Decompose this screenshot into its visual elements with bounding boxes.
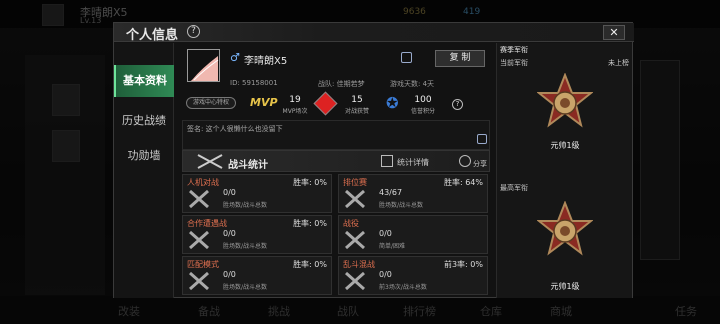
card-value: 0/0 <box>223 270 236 279</box>
crossed-guns-icon <box>189 230 209 250</box>
player-name: 李晴朗X5 <box>244 56 288 67</box>
gender-male-icon: ♂ <box>230 51 240 64</box>
signature-box: 签名: 这个人很懒什么也没留下 <box>182 120 490 150</box>
crossed-guns-icon <box>345 271 365 291</box>
card-value: 0/0 <box>379 229 392 238</box>
mvp-count: 19 <box>289 95 301 105</box>
crossed-guns-icon <box>345 230 365 250</box>
card-value: 43/67 <box>379 188 403 197</box>
season-rank-panel: 赛季军衔 当前军衔 未上榜 元帅1级 最高军衔 元帅1级 <box>496 43 632 298</box>
edit-signature-icon[interactable] <box>477 134 487 144</box>
card-rate: 胜率: 0% <box>293 178 327 187</box>
help-icon[interactable]: ? <box>452 99 463 110</box>
card-caption: 简单/困难 <box>379 243 406 250</box>
card-rate: 胜率: 0% <box>293 260 327 269</box>
stat-card-pve[interactable]: 人机对战 胜率: 0% 0/0 胜场数/战斗总数 <box>182 174 332 213</box>
marshal-medal-icon <box>537 73 593 128</box>
card-caption: 前3场次/战斗总数 <box>379 284 427 291</box>
share-icon[interactable] <box>459 155 471 167</box>
avatar[interactable] <box>187 49 220 82</box>
card-mode-name: 合作遭遇战 <box>187 219 227 228</box>
best-rank-label: 最高军衔 <box>500 184 528 192</box>
stat-card-coop[interactable]: 合作遭遇战 胜率: 0% 0/0 胜场数/战斗总数 <box>182 215 332 254</box>
crossed-guns-icon <box>189 271 209 291</box>
report-icon <box>381 155 393 167</box>
battle-stats-title: 战斗统计 <box>228 160 268 171</box>
card-mode-name: 排位赛 <box>343 178 367 187</box>
crossed-guns-icon <box>189 189 209 209</box>
card-caption: 胜场数/战斗总数 <box>379 202 424 209</box>
dialog-title: 个人信息 <box>126 28 179 43</box>
tab-merit-wall[interactable]: 功勋墙 <box>114 140 174 172</box>
current-rank-status: 未上榜 <box>608 59 629 67</box>
copy-button[interactable]: 复 制 <box>435 50 485 67</box>
basic-info-panel: ♂ 李晴朗X5 复 制 ID: 59158001 战队: 佳期若梦 游戏天数: … <box>180 43 494 298</box>
likes-caption: 对战获赞 <box>344 108 369 115</box>
card-mode-name: 人机对战 <box>187 178 219 187</box>
star-icon: ✪ <box>386 94 399 112</box>
dialog-header: 个人信息 ? ✕ <box>114 23 634 43</box>
likes-count: 15 <box>351 95 363 105</box>
play-days: 游戏天数: 4天 <box>390 80 435 88</box>
avatar-image-icon <box>190 56 219 81</box>
heart-icon <box>313 91 338 116</box>
stats-detail-link[interactable]: 统计详情 <box>397 157 429 168</box>
tab-basic-info[interactable]: 基本资料 <box>114 65 174 97</box>
card-caption: 胜场数/战斗总数 <box>223 202 268 209</box>
card-caption: 胜场数/战斗总数 <box>223 284 268 291</box>
stat-card-match[interactable]: 匹配模式 胜率: 0% 0/0 胜场数/战斗总数 <box>182 256 332 295</box>
stat-card-campaign[interactable]: 战役 0/0 简单/困难 <box>338 215 488 254</box>
marshal-medal-icon <box>537 201 593 256</box>
card-value: 0/0 <box>379 270 392 279</box>
crossed-guns-icon <box>345 189 365 209</box>
credit-caption: 信誉积分 <box>410 108 435 115</box>
card-rate: 胜率: 64% <box>443 178 483 187</box>
player-id: ID: 59158001 <box>230 79 278 87</box>
current-rank-name: 元帅1级 <box>550 141 580 150</box>
card-mode-name: 战役 <box>343 219 359 228</box>
card-caption: 胜场数/战斗总数 <box>223 243 268 250</box>
stat-card-ranked[interactable]: 排位赛 胜率: 64% 43/67 胜场数/战斗总数 <box>338 174 488 213</box>
card-rate: 前3率: 0% <box>443 260 483 269</box>
card-value: 0/0 <box>223 188 236 197</box>
close-button[interactable]: ✕ <box>603 25 625 40</box>
help-icon[interactable]: ? <box>187 25 200 38</box>
edit-name-icon[interactable] <box>401 52 412 63</box>
battle-stats-header: 战斗统计 统计详情 分享 <box>182 150 490 172</box>
card-mode-name: 乱斗混战 <box>343 260 375 269</box>
personal-info-dialog: 个人信息 ? ✕ 基本资料 历史战绩 功勋墙 ♂ 李晴朗X5 复 制 ID: 5… <box>113 22 634 298</box>
card-value: 0/0 <box>223 229 236 238</box>
share-link[interactable]: 分享 <box>473 159 487 169</box>
credit-score: 100 <box>414 95 432 105</box>
season-title: 赛季军衔 <box>500 46 528 54</box>
current-rank-label: 当前军衔 <box>500 59 528 67</box>
tab-list: 基本资料 历史战绩 功勋墙 <box>114 43 174 298</box>
game-center-badge[interactable]: 游戏中心特权 <box>186 97 236 109</box>
mvp-icon: MVP <box>250 96 278 109</box>
signature-text: 签名: 这个人很懒什么也没留下 <box>187 125 283 133</box>
best-rank-name: 元帅1级 <box>550 282 580 291</box>
card-mode-name: 匹配模式 <box>187 260 219 269</box>
card-rate: 胜率: 0% <box>293 219 327 228</box>
player-team: 战队: 佳期若梦 <box>318 80 365 88</box>
mvp-caption: MVP场次 <box>282 108 308 115</box>
crossed-guns-icon <box>197 154 223 169</box>
tab-history[interactable]: 历史战绩 <box>114 105 174 137</box>
stat-card-brawl[interactable]: 乱斗混战 前3率: 0% 0/0 前3场次/战斗总数 <box>338 256 488 295</box>
